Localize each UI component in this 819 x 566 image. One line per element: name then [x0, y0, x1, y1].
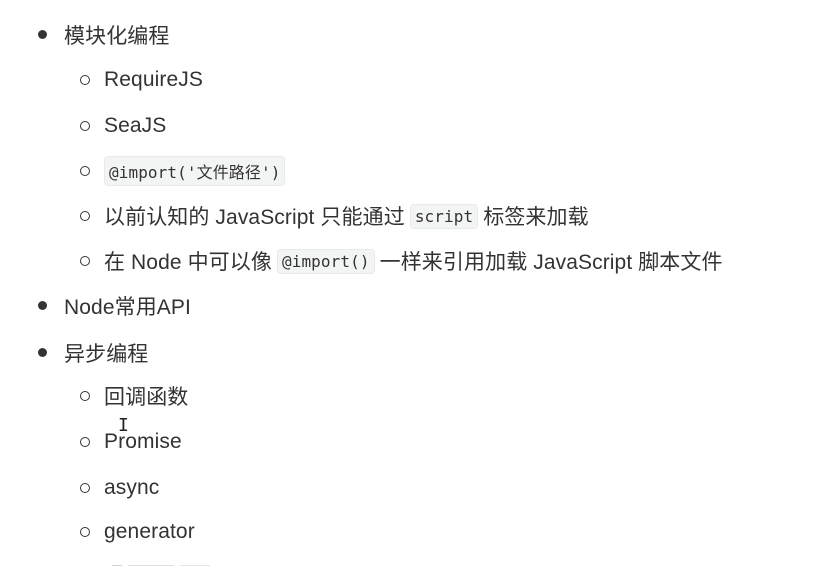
list-bullet-disc [38, 348, 47, 357]
list-bullet-circle [80, 437, 90, 447]
sublist-item-generator: generator [104, 517, 195, 547]
list-item-label: 模块化编程 [64, 25, 170, 48]
list-bullet-circle [80, 166, 90, 176]
sublist-item-node-import: 在 Node 中可以像 @import() 一样来引用加载 JavaScript… [104, 246, 723, 276]
list-item-modular-programming: 模块化编程 [64, 20, 170, 50]
list-bullet-circle [80, 211, 90, 221]
list-item-label: RequireJS [104, 68, 203, 91]
list-bullet-circle [80, 527, 90, 537]
list-item-label: 异步编程 [64, 343, 149, 366]
sublist-item-promise: Promise [104, 427, 182, 457]
sublist-item-callback: 回调函数 [104, 381, 188, 411]
list-item-label: 回调函数 [104, 386, 189, 409]
sublist-item-seajs: SeaJS [104, 111, 166, 141]
text-cursor-icon: I [118, 415, 129, 436]
sublist-item-import-path: @import('文件路径') [99, 156, 290, 186]
inline-code: @import('文件路径') [104, 156, 286, 186]
inline-code: @import() [276, 248, 375, 274]
list-bullet-disc [38, 301, 47, 310]
list-item-async-programming: 异步编程 [64, 338, 148, 368]
list-bullet-circle [80, 121, 90, 131]
text-after-code: 一样来引用加载 JavaScript 脚本文件 [379, 251, 723, 274]
list-item-node-api: Node常用API [64, 291, 191, 321]
sublist-item-async: async [104, 473, 159, 503]
list-item-label: Promise [104, 430, 182, 453]
text-before-code: 在 Node 中可以像 [104, 251, 272, 274]
list-item-label: generator [104, 520, 195, 543]
list-item-label: Node常用API [64, 296, 191, 319]
list-item-label: SeaJS [104, 114, 167, 137]
clipped-next-line [100, 556, 240, 566]
list-bullet-circle [80, 391, 90, 401]
list-bullet-disc [38, 30, 47, 39]
markdown-document: 模块化编程 RequireJS SeaJS @import('文件路径') 以前… [0, 0, 819, 566]
sublist-item-script-tag: 以前认知的 JavaScript 只能通过 script 标签来加载 [104, 201, 589, 231]
text-after-code: 标签来加载 [483, 206, 589, 229]
clipped-text-fragment [112, 565, 210, 566]
sublist-item-requirejs: RequireJS [104, 65, 203, 95]
list-item-label: async [104, 476, 160, 499]
inline-code: script [409, 203, 479, 229]
list-bullet-circle [80, 75, 90, 85]
text-before-code: 以前认知的 JavaScript 只能通过 [104, 206, 405, 229]
list-bullet-circle [80, 483, 90, 493]
list-bullet-circle [80, 256, 90, 266]
